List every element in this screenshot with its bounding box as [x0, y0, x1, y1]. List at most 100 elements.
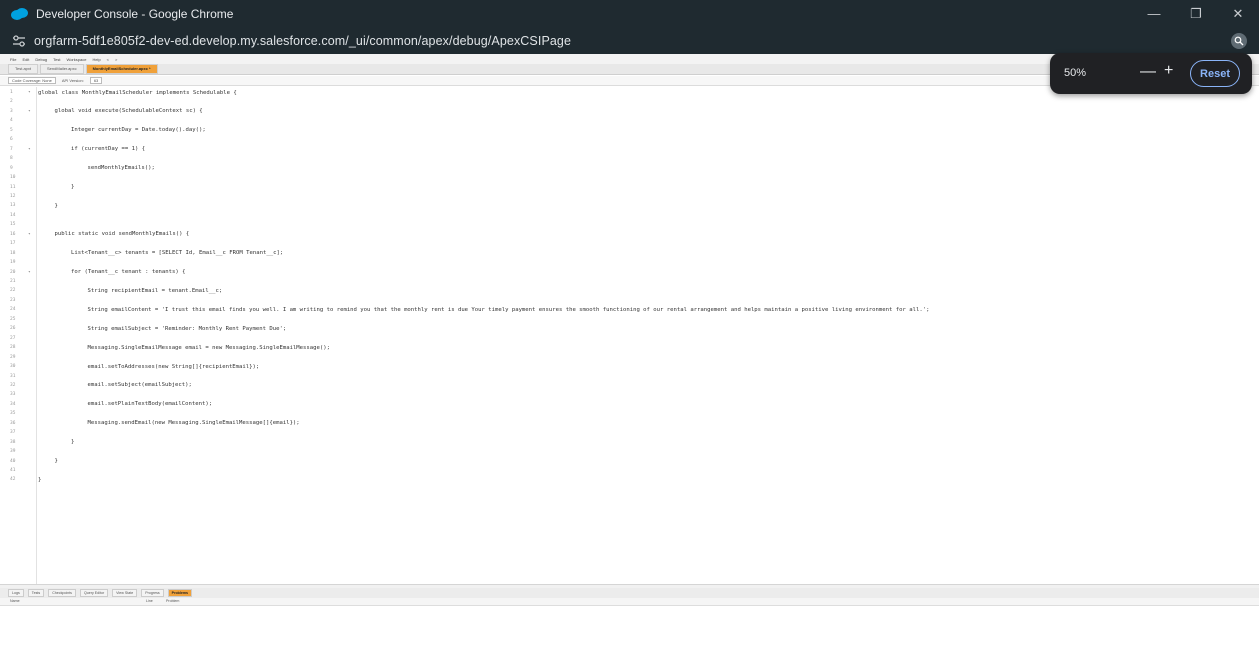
code-coverage-select[interactable]: Code Coverage: None [8, 77, 56, 84]
bottom-panel-tabs: Logs Tests Checkpoints Query Editor View… [0, 588, 1259, 598]
fold-toggle-icon[interactable]: ▾ [28, 89, 36, 97]
code-line[interactable]: for (Tenant__c tenant : tenants) { [71, 268, 186, 277]
code-line[interactable]: } [71, 438, 74, 447]
code-line[interactable]: String emailSubject = 'Reminder: Monthly… [88, 325, 287, 334]
zoom-magnifier-icon[interactable] [1231, 33, 1247, 49]
line-number: 37 [10, 430, 16, 436]
tab-problems[interactable]: Problems [167, 589, 193, 597]
tab-monthly-email-scheduler[interactable]: MonthlyEmailScheduler.apxc * [85, 64, 158, 74]
line-number: 26 [10, 326, 16, 332]
line-number: 9 [10, 165, 13, 171]
line-number: 22 [10, 288, 16, 294]
code-line[interactable]: } [38, 476, 41, 485]
tab-test-apxt[interactable]: Test.apxt [8, 64, 39, 74]
code-line[interactable]: Messaging.sendEmail(new Messaging.Single… [88, 419, 300, 428]
code-line[interactable]: String emailContent = 'I trust this emai… [88, 306, 930, 315]
code-line[interactable]: String recipientEmail = tenant.Email__c; [88, 287, 223, 296]
line-number: 18 [10, 250, 16, 256]
code-line[interactable]: email.setPlainTextBody(emailContent); [88, 400, 213, 409]
line-number: 14 [10, 212, 16, 218]
tab-query-editor[interactable]: Query Editor [79, 589, 109, 597]
window-controls: — ❐ ✕ [1133, 0, 1259, 27]
code-line[interactable]: Messaging.SingleEmailMessage email = new… [88, 344, 330, 353]
column-name[interactable]: Name [10, 599, 20, 603]
menu-help[interactable]: Help [92, 57, 100, 62]
close-icon[interactable]: ✕ [1217, 0, 1259, 27]
fold-toggle-icon[interactable]: ▾ [28, 108, 36, 116]
tab-view-state[interactable]: View State [112, 589, 138, 597]
line-number: 32 [10, 382, 16, 388]
menu-test[interactable]: Test [53, 57, 60, 62]
line-number: 10 [10, 175, 16, 181]
line-number: 19 [10, 260, 16, 266]
menu-debug[interactable]: Debug [35, 57, 47, 62]
code-line[interactable]: } [55, 202, 58, 211]
zoom-in-button[interactable]: + [1164, 62, 1173, 80]
fold-toggle-icon[interactable]: ▾ [28, 231, 36, 239]
line-number: 4 [10, 118, 13, 124]
line-number: 42 [10, 477, 16, 483]
menu-edit[interactable]: Edit [22, 57, 29, 62]
line-number: 17 [10, 241, 16, 247]
window-title: Developer Console - Google Chrome [36, 6, 234, 21]
site-settings-icon[interactable] [12, 34, 26, 48]
tab-sendmailer[interactable]: SendMailer.apxc [40, 64, 84, 74]
line-number: 15 [10, 222, 16, 228]
line-number: 24 [10, 307, 16, 313]
line-number: 30 [10, 364, 16, 370]
zoom-level: 50% [1064, 67, 1087, 79]
code-line[interactable]: global class MonthlyEmailScheduler imple… [38, 89, 237, 98]
line-number: 31 [10, 373, 16, 379]
api-version-select[interactable]: 63 [89, 77, 103, 84]
code-line[interactable]: List<Tenant__c> tenants = [SELECT Id, Em… [71, 249, 283, 258]
window-titlebar: Developer Console - Google Chrome — ❐ ✕ [0, 0, 1259, 27]
tab-tests[interactable]: Tests [27, 589, 45, 597]
line-number: 41 [10, 468, 16, 473]
code-line[interactable]: if (currentDay == 1) { [71, 145, 145, 154]
code-line[interactable]: Integer currentDay = Date.today().day(); [71, 126, 206, 135]
salesforce-cloud-icon [11, 7, 28, 20]
restore-icon[interactable]: ❐ [1175, 0, 1217, 27]
code-line[interactable]: email.setToAddresses(new String[]{recipi… [88, 363, 260, 372]
menu-file[interactable]: File [10, 57, 16, 62]
line-number: 34 [10, 401, 16, 407]
url-text[interactable]: orgfarm-5df1e805f2-dev-ed.develop.my.sal… [34, 34, 571, 48]
line-number: 2 [10, 99, 13, 105]
line-number: 21 [10, 279, 16, 284]
line-number: 25 [10, 316, 16, 322]
line-number: 11 [10, 184, 16, 190]
column-problem[interactable]: Problem [166, 599, 179, 603]
code-editor[interactable] [0, 87, 1259, 584]
line-number: 13 [10, 203, 16, 209]
line-number: 29 [10, 354, 16, 360]
line-number: 8 [10, 156, 13, 162]
code-line[interactable]: } [55, 457, 58, 466]
code-line[interactable]: public static void sendMonthlyEmails() { [55, 230, 190, 239]
fold-toggle-icon[interactable]: ▾ [28, 146, 36, 154]
fold-toggle-icon[interactable]: ▾ [28, 269, 36, 277]
zoom-reset-button[interactable]: Reset [1190, 60, 1240, 87]
tab-logs[interactable]: Logs [8, 589, 24, 597]
tab-progress[interactable]: Progress [141, 589, 164, 597]
back-icon[interactable]: < [107, 57, 109, 62]
line-number: 5 [10, 127, 13, 133]
menu-workspace[interactable]: Workspace [67, 57, 87, 62]
code-line[interactable]: sendMonthlyEmails(); [88, 164, 155, 173]
code-line[interactable]: } [71, 183, 74, 192]
zoom-popup: 50% — + Reset [1050, 53, 1252, 94]
code-line[interactable]: email.setSubject(emailSubject); [88, 381, 192, 390]
line-number: 23 [10, 297, 16, 303]
minimize-icon[interactable]: — [1133, 0, 1175, 27]
forward-icon[interactable]: > [115, 57, 117, 62]
address-bar[interactable]: orgfarm-5df1e805f2-dev-ed.develop.my.sal… [0, 27, 1259, 54]
column-line[interactable]: Line [146, 599, 153, 603]
line-number: 38 [10, 439, 16, 445]
line-number: 6 [10, 137, 13, 143]
zoom-out-button[interactable]: — [1140, 63, 1156, 81]
problems-table-header: Name Line Problem [0, 598, 1259, 606]
line-number: 12 [10, 193, 16, 199]
code-line[interactable]: global void execute(SchedulableContext s… [55, 107, 203, 116]
line-number: 40 [10, 458, 16, 464]
line-number: 39 [10, 449, 16, 455]
tab-checkpoints[interactable]: Checkpoints [48, 589, 76, 597]
